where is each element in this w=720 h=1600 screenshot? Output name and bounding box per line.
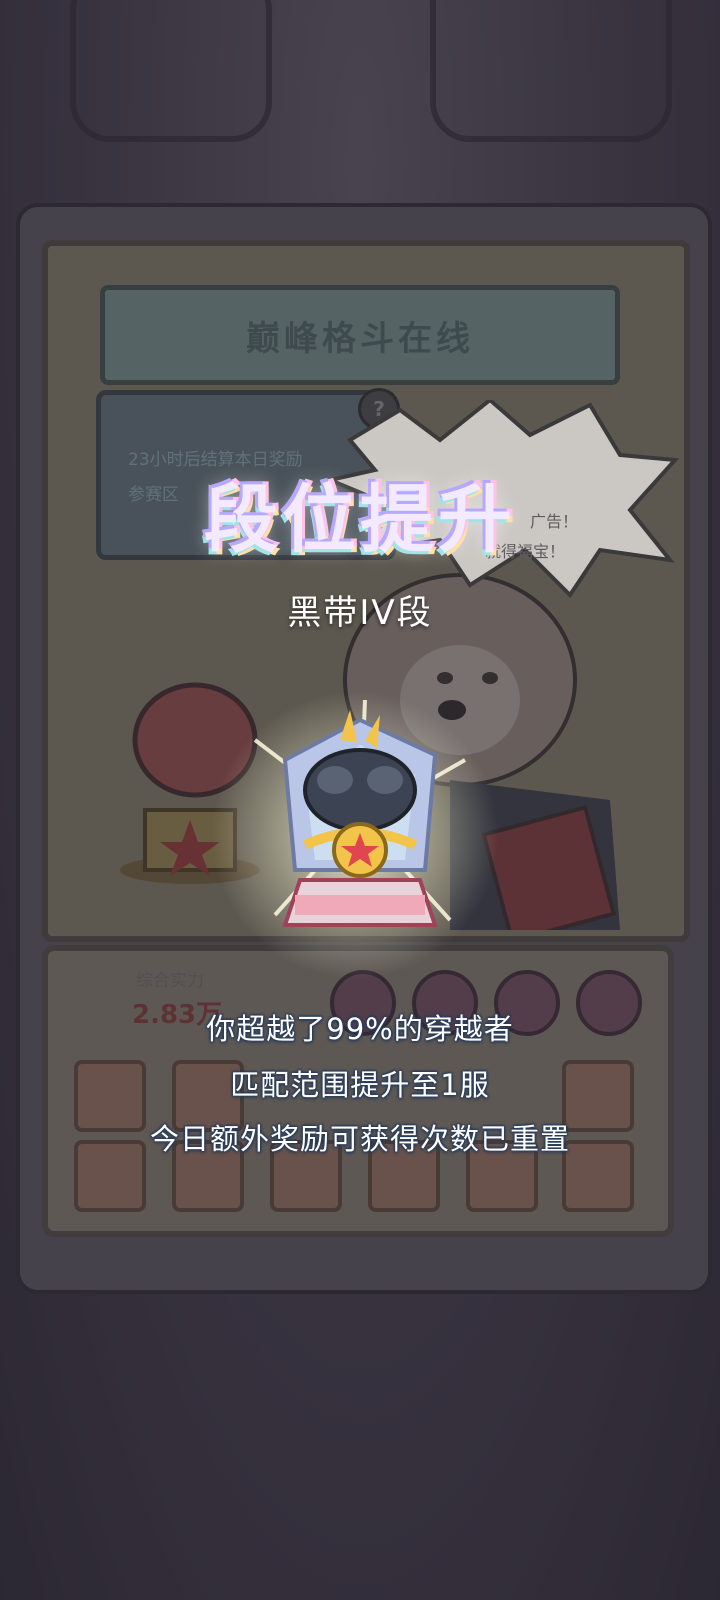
daily-reward-reset-message: 今日额外奖励可获得次数已重置 — [149, 1122, 570, 1156]
surpass-message: 你超越了99%的穿越者 — [206, 1012, 514, 1046]
rank-name: 黑带IV段 — [287, 593, 433, 633]
rank-up-title: 段位提升 — [204, 477, 516, 563]
match-range-message: 匹配范围提升至1服 — [230, 1068, 490, 1102]
black-belt-trophy-icon — [253, 700, 466, 927]
